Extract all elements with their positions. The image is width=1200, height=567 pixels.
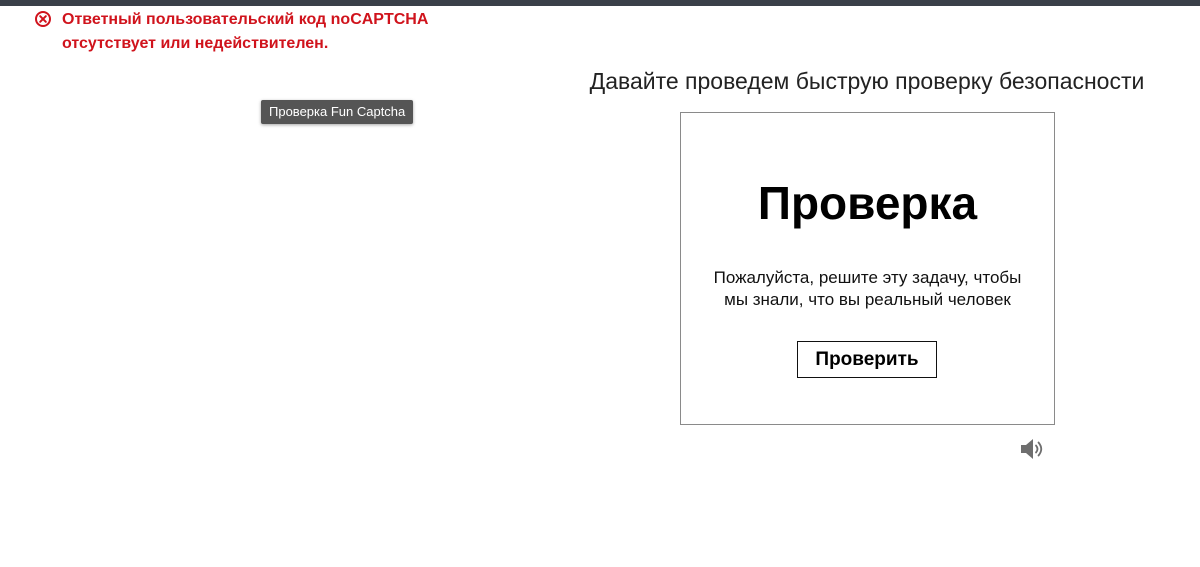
captcha-box: Проверка Пожалуйста, решите эту задачу, … (680, 112, 1055, 425)
security-check-heading: Давайте проведем быструю проверку безопа… (589, 68, 1145, 94)
error-circle-x-icon (35, 11, 51, 27)
verify-button[interactable]: Проверить (797, 341, 937, 378)
captcha-description-line2: мы знали, что вы реальный человек (724, 290, 1011, 309)
captcha-description: Пожалуйста, решите эту задачу, чтобы мы … (681, 267, 1054, 311)
fun-captcha-tooltip: Проверка Fun Captcha (261, 100, 414, 124)
top-bar (0, 0, 1200, 6)
audio-challenge-button[interactable] (1018, 436, 1048, 462)
error-text: Ответный пользовательский код noCAPTCHA … (62, 8, 482, 56)
error-message: Ответный пользовательский код noCAPTCHA … (34, 8, 482, 56)
error-text-line1: Ответный пользовательский код noCAPTCHA (62, 11, 429, 28)
captcha-title: Проверка (757, 177, 978, 229)
error-text-line2: отсутствует или недействителен. (62, 35, 329, 52)
captcha-description-line1: Пожалуйста, решите эту задачу, чтобы (713, 268, 1022, 287)
speaker-audio-icon (1021, 439, 1043, 459)
